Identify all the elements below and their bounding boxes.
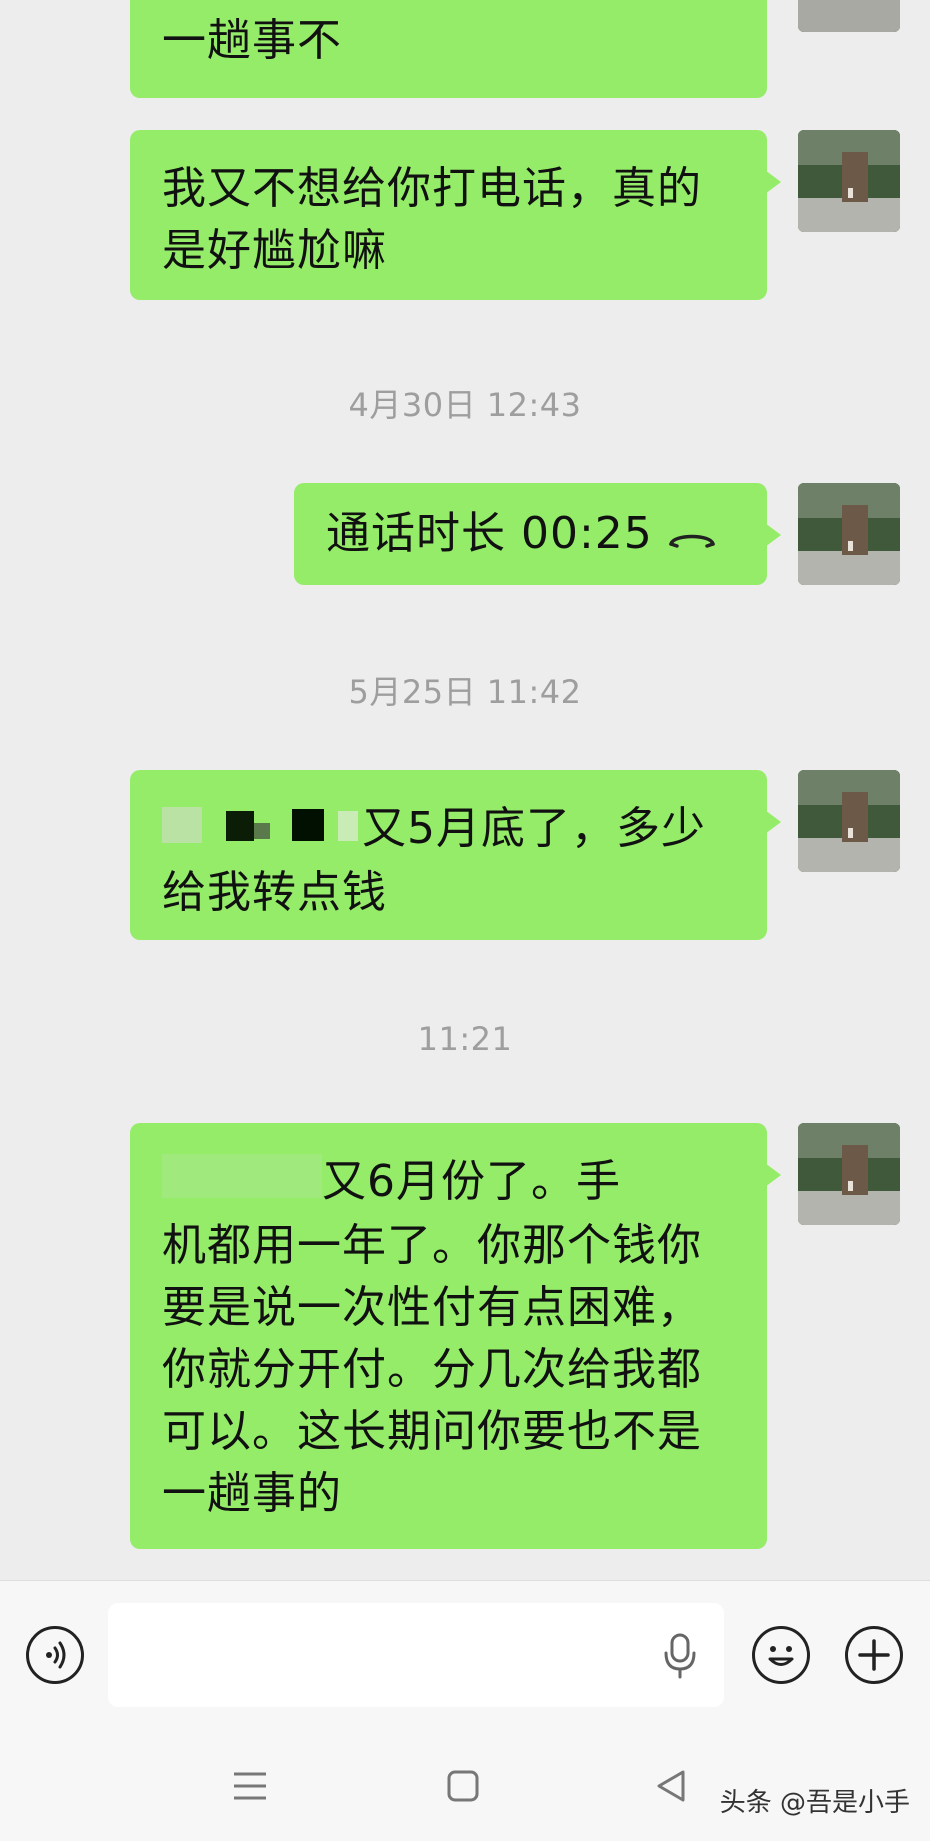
- redacted-name: [162, 1153, 322, 1215]
- input-bar: [0, 1580, 930, 1731]
- home-icon[interactable]: [443, 1766, 483, 1806]
- plus-icon: [858, 1639, 890, 1671]
- message-text: 一趟事不: [162, 15, 342, 66]
- timestamp: 5月25日 11:42: [348, 673, 582, 711]
- avatar[interactable]: [798, 130, 900, 232]
- phone-hangup-icon: [667, 505, 717, 567]
- message-text: 又6月份了。手: [322, 1156, 621, 1207]
- microphone-icon[interactable]: [660, 1631, 700, 1681]
- message-bubble[interactable]: 又6月份了。手 机都用一年了。你那个钱你要是说一次性付有点困难，你就分开付。分几…: [130, 1123, 781, 1549]
- message-bubble[interactable]: 我又不想给你打电话，真的是好尴尬嘛: [130, 130, 781, 300]
- message-input[interactable]: [108, 1603, 724, 1707]
- message-line: 又6月份了。手: [162, 1151, 737, 1215]
- avatar[interactable]: [798, 483, 900, 585]
- call-record-bubble[interactable]: 通话时长 00:25: [294, 483, 781, 585]
- message-bubble[interactable]: 一趟事不: [130, 0, 767, 98]
- redacted-name: [162, 800, 362, 862]
- timestamp: 11:21: [417, 1020, 513, 1058]
- avatar[interactable]: [798, 0, 900, 32]
- voice-mode-button[interactable]: [26, 1626, 84, 1684]
- menu-icon[interactable]: [230, 1766, 270, 1806]
- message-line: 给我转点钱: [162, 867, 387, 918]
- message-text: 机都用一年了。你那个钱你要是说一次性付有点困难，你就分开付。分几次给我都可以。这…: [162, 1220, 702, 1519]
- chat-area[interactable]: 一趟事不 我又不想给你打电话，真的是好尴尬嘛 4月30日 12:43 通话时长 …: [0, 0, 930, 1580]
- avatar[interactable]: [798, 770, 900, 872]
- watermark: 头条 @吾是小手: [719, 1788, 910, 1818]
- emoji-button[interactable]: [752, 1626, 810, 1684]
- message-line: 又5月底了，多少: [162, 798, 737, 862]
- message-bubble[interactable]: 又5月底了，多少 给我转点钱: [130, 770, 781, 940]
- back-icon[interactable]: [651, 1766, 691, 1806]
- emoji-icon: [768, 1646, 794, 1666]
- message-text: 我又不想给你打电话，真的是好尴尬嘛: [162, 163, 702, 276]
- message-text: 又5月底了，多少: [362, 803, 706, 854]
- avatar[interactable]: [798, 1123, 900, 1225]
- system-navigation-bar: 头条 @吾是小手: [0, 1730, 930, 1841]
- voice-mode-icon: [46, 1641, 66, 1669]
- timestamp: 4月30日 12:43: [348, 386, 582, 424]
- call-duration-text: 通话时长 00:25: [326, 508, 653, 559]
- more-button[interactable]: [845, 1626, 903, 1684]
